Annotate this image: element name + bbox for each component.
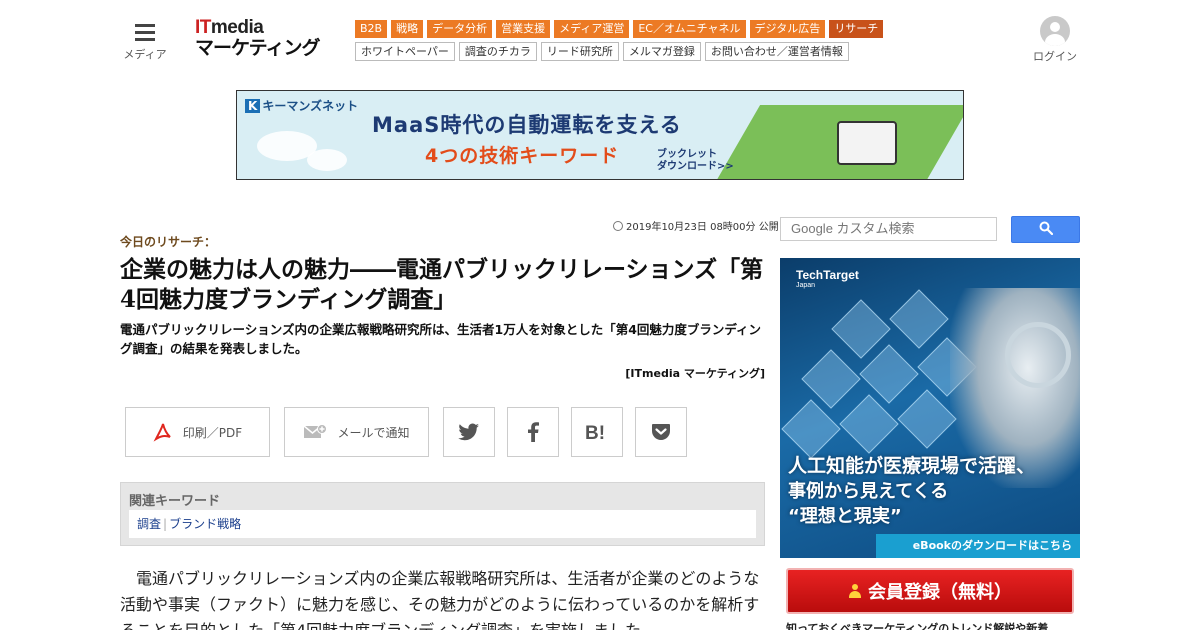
secondary-nav: ホワイトペーパー 調査のチカラ リード研究所 メルマガ登録 お問い合わせ／運営者情報: [355, 42, 849, 61]
person-icon: [848, 584, 862, 598]
search-input[interactable]: Google カスタム検索: [780, 217, 997, 241]
tablet-illustration: [837, 121, 897, 165]
register-label: 会員登録（無料）: [868, 582, 1012, 603]
logo-it: IT: [195, 17, 211, 38]
secondary-nav-item[interactable]: ホワイトペーパー: [355, 42, 455, 61]
primary-nav-item[interactable]: EC／オムニチャネル: [633, 20, 746, 38]
banner-brand: K キーマンズネット: [245, 97, 358, 114]
keyword-link[interactable]: ブランド戦略: [169, 517, 241, 531]
banner-cta: ブックレット ダウンロード>>: [657, 149, 734, 172]
clock-icon: [613, 221, 623, 231]
search-icon: [1039, 220, 1053, 239]
hatena-bookmark-button[interactable]: B!: [571, 407, 623, 457]
article-source: [ITmedia マーケティング]: [625, 367, 765, 380]
related-keywords: 関連キーワード 調査 | ブランド戦略: [120, 482, 765, 546]
print-pdf-label: 印刷／PDF: [182, 425, 243, 440]
logo-media: media: [210, 17, 264, 38]
primary-nav-item[interactable]: メディア運営: [554, 20, 630, 38]
site-logo[interactable]: ITmedia マーケティング: [195, 17, 320, 59]
pocket-icon: [651, 423, 671, 441]
primary-nav-item[interactable]: データ分析: [427, 20, 493, 38]
svg-text:B!: B!: [585, 423, 605, 441]
primary-nav-item[interactable]: 戦略: [391, 20, 424, 38]
hexagon-decoration: [897, 389, 957, 449]
register-button[interactable]: 会員登録（無料）: [786, 568, 1074, 614]
primary-nav-item[interactable]: デジタル広告: [749, 20, 826, 38]
hexagon-decoration: [839, 394, 899, 454]
article-title: 企業の魅力は人の魅力――電通パブリックリレーションズ「第4回魅力度ブランディング…: [120, 256, 764, 313]
secondary-nav-item[interactable]: 調査のチカラ: [458, 42, 537, 61]
menu-button[interactable]: メディア: [120, 18, 170, 62]
publish-date: 2019年10月23日 08時00分 公開: [613, 218, 779, 233]
sidebar-ad-headline: 人工知能が医療現場で活躍、 事例から見えてくる “理想と現実”: [788, 455, 1036, 527]
facebook-share-button[interactable]: [507, 407, 559, 457]
primary-nav-item[interactable]: リサーチ: [829, 20, 884, 38]
banner-subheadline: 4つの技術キーワード: [425, 145, 620, 167]
banner-ad[interactable]: K キーマンズネット MaaS時代の自動運転を支える 4つの技術キーワード ブック…: [236, 90, 964, 180]
search-button[interactable]: [1011, 216, 1080, 243]
hexagon-decoration: [781, 399, 841, 459]
sidebar-ad[interactable]: TechTarget Japan 人工知能が医療現場で活躍、 事例から見えてくる…: [780, 258, 1080, 558]
hexagon-decoration: [889, 289, 949, 349]
login-label: ログイン: [1033, 50, 1077, 63]
techtarget-logo: TechTarget Japan: [796, 268, 859, 289]
mail-notify-label: メールで通知: [337, 425, 410, 440]
related-keywords-list: 調査 | ブランド戦略: [129, 510, 756, 538]
secondary-nav-item[interactable]: お問い合わせ／運営者情報: [704, 42, 849, 61]
logo-sub: マーケティング: [195, 37, 320, 59]
article-kicker: 今日のリサーチ：: [120, 235, 217, 249]
related-keywords-heading: 関連キーワード: [129, 494, 221, 509]
hatena-bookmark-icon: B!: [585, 423, 609, 441]
hamburger-icon: [135, 24, 155, 41]
ebook-download-link[interactable]: eBookのダウンロードはこちら: [876, 534, 1080, 558]
facebook-icon: [527, 422, 539, 442]
secondary-nav-item[interactable]: メルマガ登録: [622, 42, 701, 61]
article-body: 電通パブリックリレーションズ内の企業広報戦略研究所は、生活者が企業のどのような活…: [120, 569, 760, 630]
primary-nav: B2B 戦略 データ分析 営業支援 メディア運営 EC／オムニチャネル デジタル広告 リサーチ: [355, 20, 884, 38]
magnifier-illustration: [1005, 322, 1071, 388]
login-button[interactable]: ログイン: [1030, 16, 1080, 64]
user-avatar-icon: [1040, 16, 1070, 46]
menu-label: メディア: [123, 48, 167, 61]
keyword-separator: |: [163, 517, 168, 531]
article-lead: 電通パブリックリレーションズ内の企業広報戦略研究所は、生活者1万人を対象とした「…: [120, 322, 762, 356]
mail-plus-icon: [303, 423, 328, 441]
print-pdf-button[interactable]: 印刷／PDF: [125, 407, 270, 457]
pocket-save-button[interactable]: [635, 407, 687, 457]
mail-notify-button[interactable]: メールで通知: [284, 407, 429, 457]
twitter-icon: [458, 423, 480, 441]
secondary-nav-item[interactable]: リード研究所: [540, 42, 619, 61]
primary-nav-item[interactable]: B2B: [355, 20, 388, 38]
register-subtext: 知っておくべきマーケティングのトレンド解説や新着: [786, 622, 1049, 630]
primary-nav-item[interactable]: 営業支援: [496, 20, 551, 38]
keyword-link[interactable]: 調査: [137, 517, 161, 531]
pdf-icon: [153, 422, 173, 442]
banner-headline: MaaS時代の自動運転を支える: [372, 113, 682, 137]
twitter-share-button[interactable]: [443, 407, 495, 457]
cloud-decoration: [307, 149, 347, 171]
